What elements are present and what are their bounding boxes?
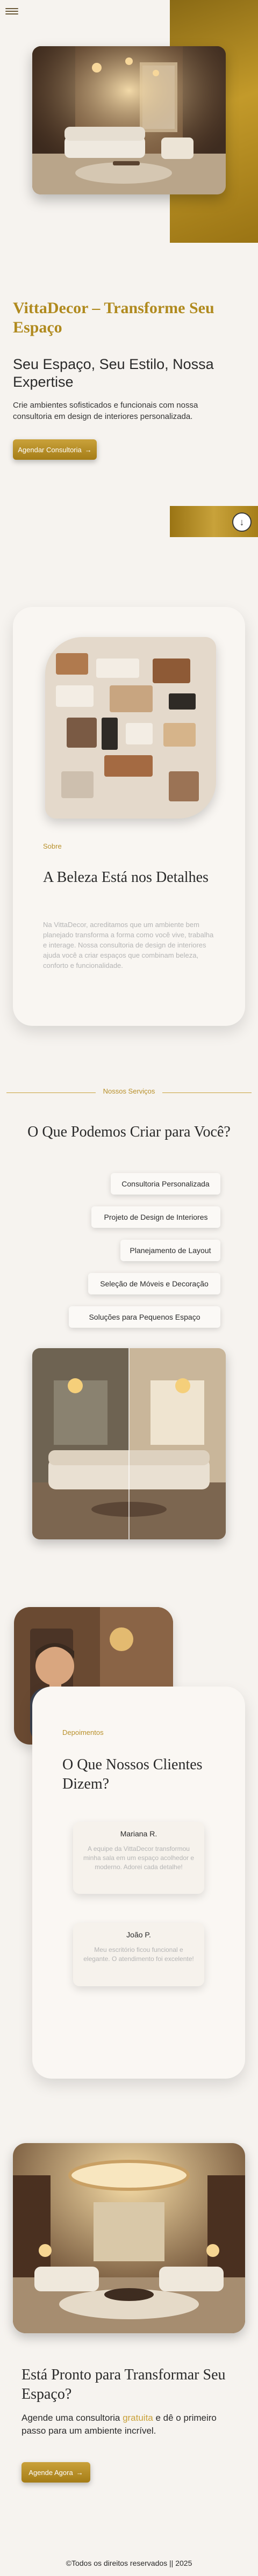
footer-copyright: ©Todos os direitos reservados || 2025 bbox=[66, 2559, 192, 2567]
testimonial-quote: A equipe da VittaDecor transformou minha… bbox=[83, 1845, 195, 1871]
schedule-now-label: Agende Agora bbox=[28, 2468, 73, 2477]
services-title: O Que Podemos Criar para Você? bbox=[27, 1124, 231, 1140]
testimonial-card: Mariana R. A equipe da VittaDecor transf… bbox=[73, 1822, 204, 1894]
service-item[interactable]: Consultoria Personalizada bbox=[111, 1173, 220, 1195]
service-item[interactable]: Planejamento de Layout bbox=[120, 1240, 220, 1261]
cta-living-room-image bbox=[13, 2143, 245, 2333]
cta-desc-before: Agende uma consultoria bbox=[22, 2413, 123, 2423]
arrow-right-icon: → bbox=[84, 445, 92, 454]
hero-subtitle: Seu Espaço, Seu Estilo, Nossa Expertise bbox=[13, 356, 214, 390]
testimonials-section-label: Depoimentos bbox=[62, 1728, 104, 1736]
testimonial-author: João P. bbox=[126, 1930, 151, 1939]
about-materials-image bbox=[45, 637, 216, 819]
before-after-room-image bbox=[32, 1348, 226, 1539]
hero-living-room-image bbox=[32, 46, 226, 194]
services-section-label: Nossos Serviços bbox=[103, 1087, 155, 1095]
testimonial-quote: Meu escritório ficou funcional e elegant… bbox=[83, 1946, 194, 1963]
schedule-now-button[interactable]: Agende Agora → bbox=[22, 2462, 90, 2483]
testimonial-card: João P. Meu escritório ficou funcional e… bbox=[73, 1923, 204, 1986]
schedule-consultation-button[interactable]: Agendar Consultoria → bbox=[13, 439, 97, 460]
cta-description: Agende uma consultoria gratuita e dê o p… bbox=[22, 2412, 236, 2437]
about-section-label: Sobre bbox=[43, 842, 62, 850]
testimonials-title: O Que Nossos Clientes Dizem? bbox=[62, 1756, 203, 1792]
testimonial-author: Mariana R. bbox=[120, 1829, 157, 1838]
arrow-right-icon: → bbox=[76, 2468, 83, 2477]
cta-desc-accent: gratuita bbox=[123, 2413, 153, 2423]
schedule-consultation-label: Agendar Consultoria bbox=[18, 445, 82, 454]
hero-title: VittaDecor – Transforme Seu Espaço bbox=[13, 299, 214, 336]
service-item[interactable]: Soluções para Pequenos Espaço bbox=[69, 1306, 220, 1328]
hero-description: Crie ambientes sofisticados e funcionais… bbox=[13, 401, 198, 421]
service-item[interactable]: Projeto de Design de Interiores bbox=[91, 1206, 220, 1228]
about-title: A Beleza Está nos Detalhes bbox=[43, 869, 209, 886]
cta-title: Está Pronto para Transformar Seu Espaço? bbox=[22, 2367, 226, 2403]
hamburger-menu-icon[interactable] bbox=[5, 6, 18, 17]
about-text: Na VittaDecor, acreditamos que um ambien… bbox=[43, 921, 214, 969]
service-item[interactable]: Seleção de Móveis e Decoração bbox=[88, 1273, 220, 1294]
arrow-down-icon[interactable]: ↓ bbox=[232, 512, 252, 532]
